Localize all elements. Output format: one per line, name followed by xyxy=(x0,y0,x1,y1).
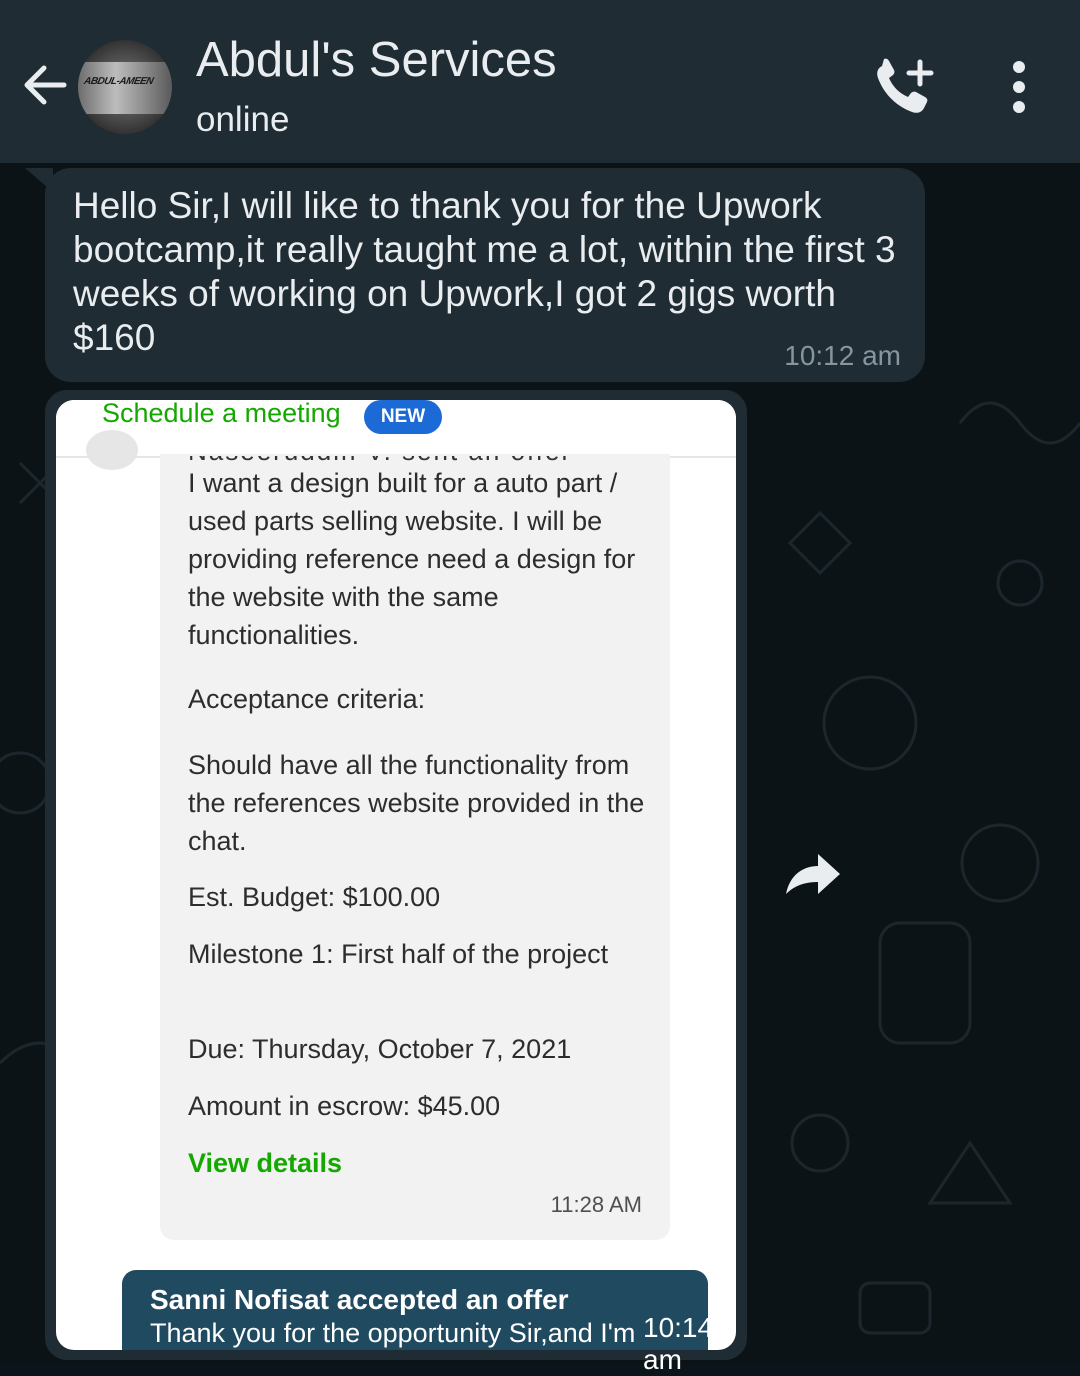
forward-share-icon[interactable] xyxy=(780,848,844,900)
contact-status: online xyxy=(196,100,290,139)
offer-card-time: 11:28 AM xyxy=(550,1192,642,1217)
acceptance-label: Acceptance criteria: xyxy=(188,684,426,714)
offer-accepted-banner: Sanni Nofisat accepted an offer Thank yo… xyxy=(122,1270,708,1350)
schedule-meeting-link: Schedule a meeting xyxy=(102,400,341,428)
message-text: Hello Sir,I will like to thank you for t… xyxy=(73,185,896,358)
est-budget: Est. Budget: $100.00 xyxy=(188,882,441,912)
message-time: 10:12 am xyxy=(784,340,901,371)
avatar-logo-text: ABDUL-AMEEN xyxy=(82,76,155,87)
contact-avatar[interactable]: ABDUL-AMEEN xyxy=(78,40,172,134)
phone-plus-icon[interactable] xyxy=(870,56,936,116)
incoming-message-bubble[interactable]: Hello Sir,I will like to thank you for t… xyxy=(25,168,925,382)
offer-card: Naseeruddin V. sent an offer I want a de… xyxy=(160,454,670,1240)
image-message-time: 10:14 am xyxy=(643,1312,714,1375)
avatar-band xyxy=(78,62,172,114)
offer-description: I want a design built for a auto part / … xyxy=(188,468,636,650)
bubble-tail xyxy=(25,168,53,192)
acceptance-text: Should have all the functionality from t… xyxy=(188,750,645,856)
chat-header: ABDUL-AMEEN Abdul's Services online xyxy=(0,0,1080,163)
more-vertical-icon[interactable] xyxy=(1006,60,1032,114)
shared-screenshot[interactable]: Schedule a meeting NEW Naseeruddin V. se… xyxy=(56,400,736,1350)
view-details-link: View details xyxy=(188,1148,343,1178)
sender-avatar xyxy=(86,430,138,470)
contact-name[interactable]: Abdul's Services xyxy=(196,32,557,88)
new-badge: NEW xyxy=(364,400,442,434)
arrow-left-icon[interactable] xyxy=(18,56,72,114)
banner-title: Sanni Nofisat accepted an offer xyxy=(150,1284,569,1315)
milestone: Milestone 1: First half of the project xyxy=(188,939,609,969)
screenshot-topbar: Schedule a meeting NEW xyxy=(56,400,736,458)
due-date: Due: Thursday, October 7, 2021 xyxy=(188,1034,572,1064)
image-message-bubble[interactable]: Schedule a meeting NEW Naseeruddin V. se… xyxy=(45,390,747,1375)
banner-text: Thank you for the opportunity Sir,and I'… xyxy=(150,1318,636,1348)
escrow-amount: Amount in escrow: $45.00 xyxy=(188,1091,501,1121)
